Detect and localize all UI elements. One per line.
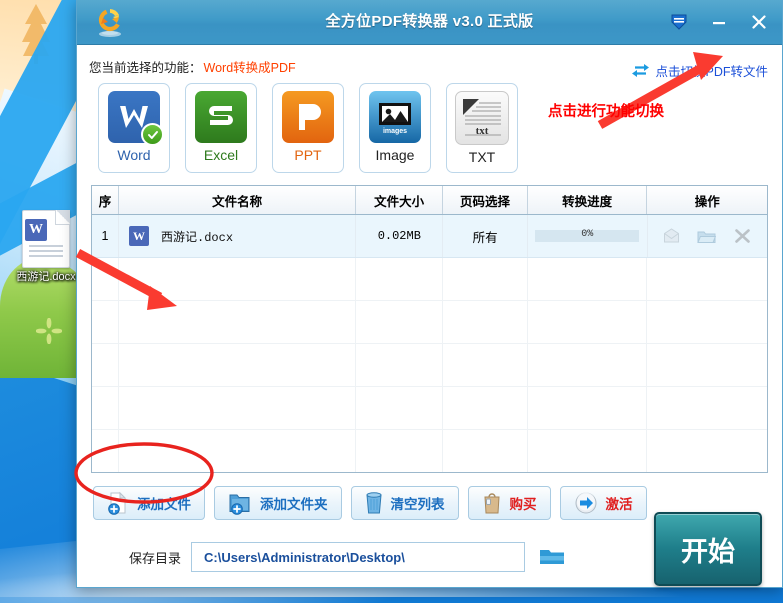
clear-list-button[interactable]: 清空列表: [350, 486, 459, 520]
add-folder-button[interactable]: 添加文件夹: [214, 486, 342, 520]
remove-icon[interactable]: [733, 227, 752, 245]
window-controls: [666, 0, 772, 44]
activate-label: 激活: [605, 497, 633, 512]
format-button-txt[interactable]: txt TXT: [446, 83, 518, 173]
format-button-word[interactable]: Word: [98, 83, 170, 173]
table-row[interactable]: 1 W 西游记.docx 0.02MB 所有 0%: [92, 215, 767, 258]
title-bar[interactable]: 全方位PDF转换器 v3.0 正式版: [77, 0, 782, 45]
svg-text:images: images: [383, 128, 407, 135]
word-file-icon: W: [129, 226, 150, 246]
app-window: 全方位PDF转换器 v3.0 正式版 您当前选择的功能： Word转换成PDF …: [76, 0, 783, 588]
save-directory-row: 保存目录 C:\Users\Administrator\Desktop\ 开始: [93, 512, 768, 586]
format-label-image: Image: [375, 147, 415, 163]
add-file-button[interactable]: 添加文件: [93, 486, 205, 520]
check-icon: [147, 130, 158, 139]
preview-icon[interactable]: [663, 228, 680, 244]
cell-size: 0.02MB: [356, 215, 444, 257]
doc-lines: [29, 245, 63, 260]
page-fold: [55, 210, 70, 225]
ppt-glyph: [299, 104, 321, 130]
word-document-icon: W: [22, 210, 70, 268]
cell-actions: [648, 215, 767, 257]
column-header-index: 序: [92, 186, 120, 214]
cell-pages[interactable]: 所有: [443, 215, 529, 257]
txt-glyph: txt: [463, 99, 501, 137]
cell-progress: 0%: [528, 215, 648, 257]
progress-bar: 0%: [535, 229, 640, 242]
wallpaper-flower-icon: [36, 318, 62, 344]
excel-glyph: [209, 106, 233, 125]
format-label-ppt: PPT: [294, 147, 322, 163]
format-button-excel[interactable]: Excel: [185, 83, 257, 173]
column-header-pages: 页码选择: [443, 186, 528, 214]
format-label-excel: Excel: [203, 147, 239, 163]
add-file-icon: [108, 491, 127, 515]
table-empty-row: [92, 387, 767, 430]
word-letter: W: [25, 219, 47, 241]
function-line-label: 您当前选择的功能：: [89, 60, 202, 75]
trash-icon: [365, 492, 382, 514]
buy-label: 购买: [509, 497, 537, 512]
image-glyph: images: [379, 103, 411, 135]
cell-index: 1: [92, 215, 120, 257]
svg-text:txt: txt: [476, 125, 489, 137]
add-folder-label: 添加文件夹: [260, 497, 328, 512]
format-label-word: Word: [117, 147, 151, 163]
shopping-bag-icon: [483, 493, 500, 514]
switch-mode-label: 点击切换PDF转文件: [655, 65, 768, 79]
desktop-file-label: 西游记.docx: [16, 271, 76, 283]
minimize-icon: [713, 22, 725, 25]
collapse-button[interactable]: [666, 9, 692, 35]
table-empty-row: [92, 258, 767, 301]
filename-text: 西游记.docx: [161, 230, 234, 245]
ppt-icon: [282, 91, 334, 143]
add-file-label: 添加文件: [137, 497, 191, 512]
close-button[interactable]: [746, 9, 772, 35]
column-header-size: 文件大小: [356, 186, 444, 214]
close-icon: [752, 15, 766, 29]
table-header-row: 序 文件名称 文件大小 页码选择 转换进度 操作: [92, 186, 767, 215]
column-header-filename: 文件名称: [119, 186, 357, 214]
save-directory-label: 保存目录: [129, 550, 182, 566]
image-icon: images: [369, 91, 421, 143]
table-empty-row: [92, 301, 767, 344]
word-icon: [108, 91, 164, 146]
chevron-down-badge-icon: [671, 14, 687, 30]
function-line-current: Word转换成PDF: [203, 60, 296, 75]
swap-arrows-icon: [632, 64, 650, 77]
selected-check-badge: [141, 123, 164, 146]
save-path-input[interactable]: C:\Users\Administrator\Desktop\: [191, 542, 526, 572]
save-path-value: C:\Users\Administrator\Desktop\: [204, 549, 405, 565]
buy-button[interactable]: 购买: [467, 486, 551, 520]
desktop-file-icon[interactable]: W 西游记.docx: [8, 210, 84, 284]
open-folder-icon[interactable]: [697, 228, 716, 244]
file-list-table: 序 文件名称 文件大小 页码选择 转换进度 操作 1 W 西游记.docx 0.…: [91, 185, 768, 473]
format-selector: Word Excel PPT images Image txt TXT: [89, 81, 770, 173]
format-button-ppt[interactable]: PPT: [272, 83, 344, 173]
activate-button[interactable]: 激活: [559, 486, 647, 520]
clear-list-label: 清空列表: [390, 497, 445, 512]
minimize-button[interactable]: [706, 9, 732, 35]
txt-icon: txt: [455, 91, 509, 145]
browse-folder-button[interactable]: [535, 542, 569, 572]
progress-text: 0%: [581, 229, 594, 240]
table-empty-row: [92, 344, 767, 387]
column-header-actions: 操作: [694, 194, 720, 209]
folder-icon: [540, 550, 565, 564]
switch-mode-link[interactable]: 点击切换PDF转文件: [631, 61, 768, 80]
window-body: 您当前选择的功能： Word转换成PDF 点击切换PDF转文件 Word Exc…: [77, 51, 782, 586]
add-folder-icon: [229, 494, 250, 515]
cell-filename: W 西游记.docx: [119, 215, 357, 257]
start-button[interactable]: 开始: [654, 512, 762, 586]
column-header-progress: 转换进度: [528, 186, 648, 214]
activate-arrow-icon: [575, 492, 596, 514]
excel-icon: [195, 91, 247, 143]
format-button-image[interactable]: images Image: [359, 83, 431, 173]
table-empty-row: [92, 430, 767, 472]
format-label-txt: TXT: [468, 149, 496, 165]
